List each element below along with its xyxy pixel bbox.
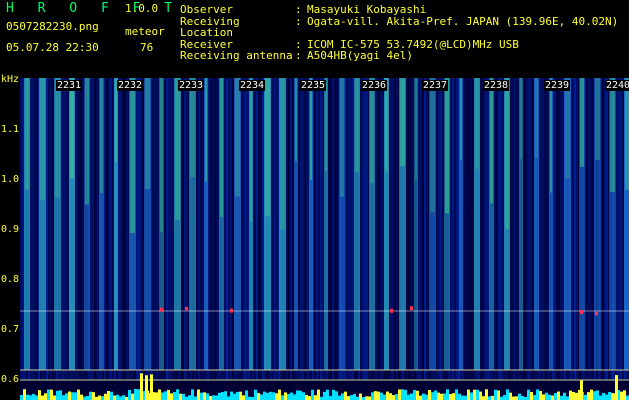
info-value: Ogata-vill. Akita-Pref. JAPAN (139.96E, …	[307, 14, 619, 28]
info-value: A504HB(yagi 4el)	[307, 49, 413, 62]
time-label: 2237	[422, 80, 449, 91]
station-info: Observer: Masayuki Kobayashi Receiving Lo…	[180, 4, 618, 62]
info-row: Receiving Location: Ogata-vill. Akita-Pre…	[180, 14, 619, 39]
info-value: Masayuki Kobayashi	[307, 3, 427, 16]
time-label: 2233	[178, 80, 205, 91]
datetime: 05.07.28 22:30	[6, 41, 99, 54]
y-tick: 0.9	[1, 224, 20, 235]
y-tick: 0.7	[1, 324, 20, 335]
meteor-label: meteor	[125, 25, 165, 38]
y-tick: 0.6	[1, 374, 20, 385]
time-label: 2235	[300, 80, 327, 91]
time-label: 2240	[605, 80, 629, 91]
y-tick: 1.0	[1, 174, 20, 185]
time-label: 2231	[56, 80, 83, 91]
info-key: Receiving antenna	[180, 49, 293, 62]
time-label: 2236	[361, 80, 388, 91]
info-row: Receiving antenna: A504HB(yagi 4el)	[180, 49, 413, 62]
y-tick: 0.8	[1, 274, 20, 285]
frequency-unit: kHz	[1, 74, 20, 85]
info-key: Receiving Location	[180, 14, 240, 39]
time-label: 2238	[483, 80, 510, 91]
spectrogram	[20, 78, 629, 400]
info-row: Observer: Masayuki Kobayashi	[180, 3, 427, 16]
app-version: 1.0.0	[125, 2, 159, 15]
meteor-count: 76	[140, 41, 154, 54]
time-label: 2234	[239, 80, 266, 91]
time-label: 2232	[117, 80, 144, 91]
time-label: 2239	[544, 80, 571, 91]
y-tick: 1.1	[1, 124, 20, 135]
filename: 0507282230.png	[6, 20, 99, 33]
info-key: Observer	[180, 3, 233, 16]
